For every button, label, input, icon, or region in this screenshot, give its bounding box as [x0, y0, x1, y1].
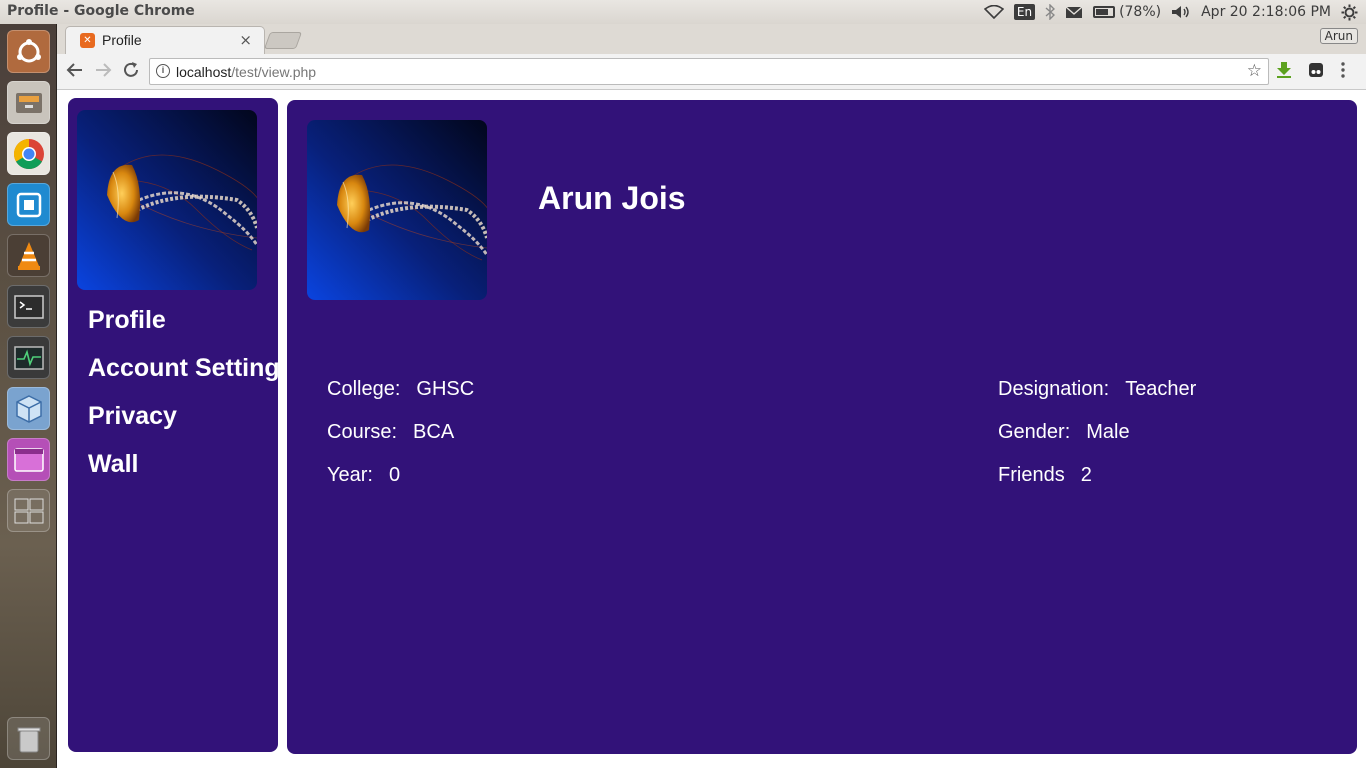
sidebar-nav: Profile Account Setting Privacy Wall	[88, 306, 280, 498]
chrome-menu-icon[interactable]	[1340, 61, 1346, 84]
nav-privacy[interactable]: Privacy	[88, 402, 280, 450]
chrome-tab-bar: ✕ Profile × Arun	[57, 24, 1366, 54]
trash-icon[interactable]	[7, 717, 50, 760]
designation-label: Designation:	[998, 378, 1110, 400]
battery-icon	[1093, 6, 1116, 18]
profile-avatar	[307, 120, 487, 300]
incognito-extension-icon[interactable]	[1307, 61, 1325, 84]
reload-icon[interactable]	[122, 61, 140, 84]
nav-wall[interactable]: Wall	[88, 450, 280, 498]
designation-row: Designation: Teacher	[998, 378, 1196, 421]
vlc-icon[interactable]	[7, 234, 50, 277]
system-tray: En (78%) Apr 20 2:18:06 PM	[983, 0, 1366, 24]
ubuntu-dash-icon[interactable]	[7, 30, 50, 73]
back-icon[interactable]	[66, 61, 84, 84]
nav-account-setting[interactable]: Account Setting	[88, 354, 280, 402]
battery-indicator[interactable]: (78%)	[1093, 4, 1161, 20]
wifi-icon[interactable]	[983, 5, 1004, 19]
designation-value: Teacher	[1125, 378, 1197, 400]
course-value: BCA	[413, 421, 455, 443]
gender-label: Gender:	[998, 421, 1071, 443]
friends-row: Friends 2	[998, 464, 1196, 507]
profile-main-panel: Arun Jois College: GHSC Course: BCA Year: 0…	[287, 100, 1357, 754]
tab-title: Profile	[102, 32, 142, 48]
year-row: Year: 0	[327, 464, 474, 507]
address-bar[interactable]: i localhost/test/view.php ☆	[149, 58, 1269, 85]
bookmark-star-icon[interactable]: ☆	[1247, 61, 1262, 81]
friends-value: 2	[1080, 464, 1092, 486]
course-row: Course: BCA	[327, 421, 474, 464]
remote-desktop-icon[interactable]	[7, 183, 50, 226]
college-value: GHSC	[416, 378, 475, 400]
volume-icon[interactable]	[1171, 5, 1191, 19]
forward-icon[interactable]	[94, 61, 112, 84]
system-monitor-icon[interactable]	[7, 336, 50, 379]
bluetooth-icon[interactable]	[1045, 4, 1056, 20]
mail-icon[interactable]	[1065, 5, 1083, 19]
power-settings-icon[interactable]	[1341, 4, 1358, 21]
chrome-toolbar: i localhost/test/view.php ☆	[57, 54, 1366, 90]
profile-info-right: Designation: Teacher Gender: Male Friends 2	[998, 378, 1196, 507]
info-icon[interactable]: i	[156, 64, 170, 78]
profile-sidebar: Profile Account Setting Privacy Wall	[68, 98, 280, 752]
unity-launcher	[0, 24, 57, 768]
top-panel: Profile - Google Chrome En (78%) Apr 20 …	[0, 0, 1366, 24]
profile-user-button[interactable]: Arun	[1319, 28, 1358, 44]
files-icon[interactable]	[7, 81, 50, 124]
workspace-switcher-icon[interactable]	[7, 489, 50, 532]
download-extension-icon[interactable]	[1275, 61, 1293, 84]
new-tab-button[interactable]	[263, 32, 303, 49]
terminal-icon[interactable]	[7, 285, 50, 328]
window-title: Profile - Google Chrome	[7, 3, 195, 19]
url-text[interactable]: localhost/test/view.php	[176, 64, 316, 80]
gender-row: Gender: Male	[998, 421, 1196, 464]
chrome-icon[interactable]	[7, 132, 50, 175]
battery-percent: (78%)	[1119, 4, 1162, 20]
tab-close-icon[interactable]: ×	[239, 31, 252, 49]
clock[interactable]: Apr 20 2:18:06 PM	[1201, 4, 1331, 20]
year-label: Year:	[327, 464, 373, 486]
course-label: Course:	[327, 421, 398, 443]
friends-label: Friends	[998, 464, 1065, 486]
keyboard-layout-indicator[interactable]: En	[1013, 4, 1036, 20]
profile-name: Arun Jois	[538, 180, 686, 216]
app-window-icon[interactable]	[7, 438, 50, 481]
sidebar-avatar	[77, 110, 257, 290]
college-label: College:	[327, 378, 401, 400]
year-value: 0	[388, 464, 401, 486]
tab-profile[interactable]: ✕ Profile ×	[65, 26, 265, 54]
gender-value: Male	[1086, 421, 1130, 443]
profile-info-left: College: GHSC Course: BCA Year: 0	[327, 378, 474, 507]
virtualbox-icon[interactable]	[7, 387, 50, 430]
nav-profile[interactable]: Profile	[88, 306, 280, 354]
college-row: College: GHSC	[327, 378, 474, 421]
page-viewport: Profile Account Setting Privacy Wall Aru…	[57, 90, 1366, 768]
xampp-favicon-icon: ✕	[80, 33, 95, 48]
